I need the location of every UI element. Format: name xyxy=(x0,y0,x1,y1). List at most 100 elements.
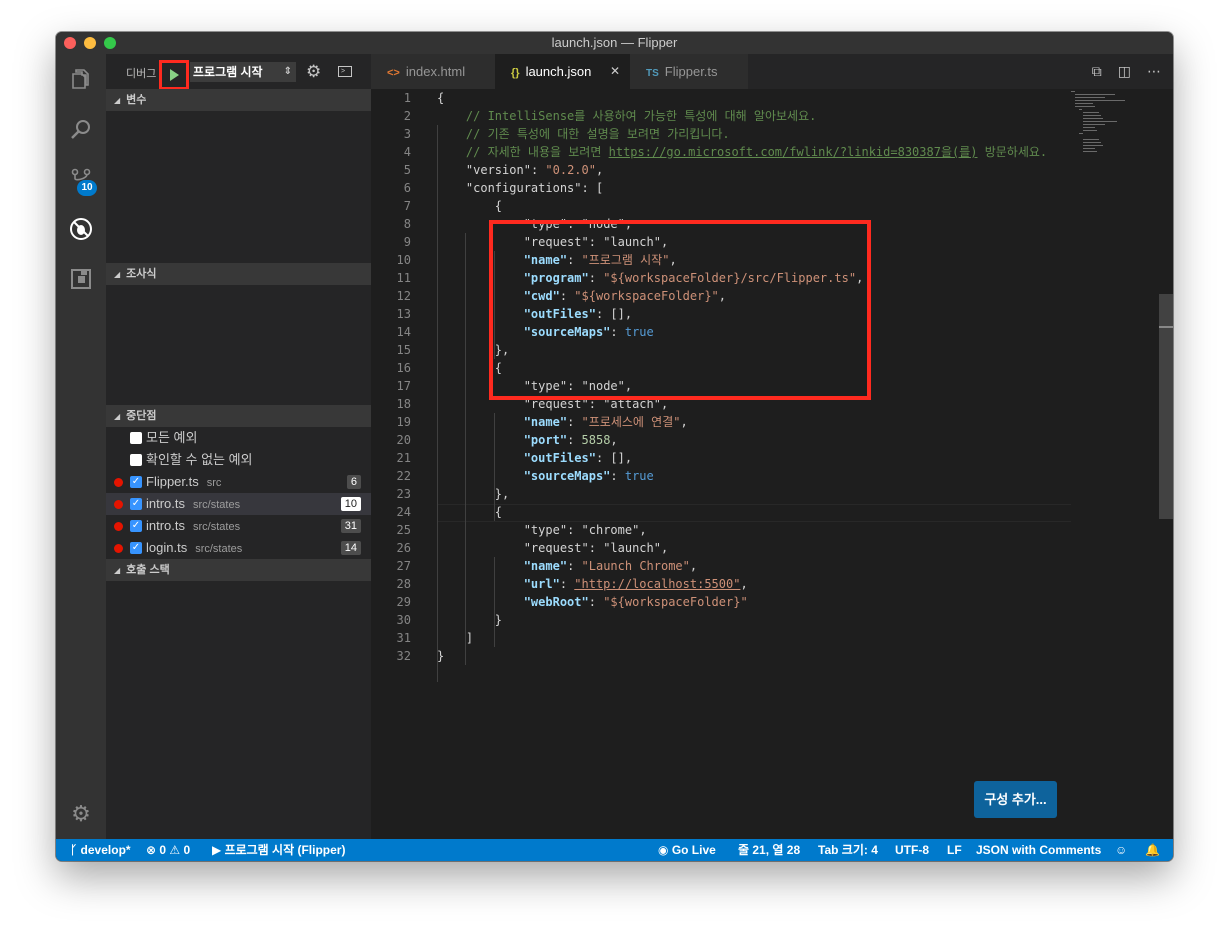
variables-section-header[interactable]: ◢ 변수 xyxy=(106,89,371,111)
breakpoint-checkbox[interactable]: ✓ xyxy=(130,498,142,510)
code-key: "configurations" xyxy=(465,181,582,195)
breakpoint-checkbox[interactable]: ✓ xyxy=(130,542,142,554)
debug-config-select[interactable]: 프로그램 시작 ⇕ xyxy=(190,62,296,82)
code-string: "launch" xyxy=(603,541,661,555)
callstack-section-header[interactable]: ◢ 호출 스택 xyxy=(106,559,371,581)
debug-icon[interactable] xyxy=(56,204,106,254)
debug-config-label: 프로그램 시작 (Flipper) xyxy=(224,843,346,857)
line-number: 17 xyxy=(396,379,411,393)
callstack-title: 호출 스택 xyxy=(126,564,170,576)
line-number: 24 xyxy=(396,505,411,519)
breakpoint-dot-icon xyxy=(114,500,123,509)
eol-status[interactable]: LF xyxy=(947,839,962,861)
all-exceptions-label: 모든 예외 xyxy=(146,430,198,445)
uncaught-exceptions-checkbox[interactable] xyxy=(130,454,142,466)
warning-count: 0 xyxy=(183,843,191,857)
line-number: 18 xyxy=(396,397,411,411)
breakpoints-section-header[interactable]: ◢ 중단점 xyxy=(106,405,371,427)
minimap[interactable] xyxy=(1071,89,1161,159)
breakpoint-line-badge: 6 xyxy=(346,475,361,489)
close-window-button[interactable] xyxy=(64,37,76,49)
debug-settings-gear-icon[interactable]: ⚙ xyxy=(306,62,321,82)
breakpoint-row[interactable]: ✓ intro.ts src/states 31 xyxy=(106,515,371,537)
line-number: 31 xyxy=(396,631,411,645)
breakpoint-dot-icon xyxy=(114,544,123,553)
all-exceptions-checkbox[interactable] xyxy=(130,432,142,444)
line-number: 16 xyxy=(396,361,411,375)
split-editor-icon[interactable]: ◫ xyxy=(1118,63,1131,80)
tab-flipper-ts[interactable]: TS Flipper.ts xyxy=(630,54,748,89)
problems-status[interactable]: ⊗ 0 ⚠ 0 xyxy=(146,839,190,861)
json-file-icon: {} xyxy=(511,67,520,79)
tab-label: index.html xyxy=(405,64,466,79)
scm-badge: 10 xyxy=(77,180,97,196)
extensions-icon[interactable] xyxy=(56,254,106,304)
tab-launch-json[interactable]: {} launch.json ✕ xyxy=(495,54,630,89)
breakpoint-row[interactable]: ✓ login.ts src/states 14 xyxy=(106,537,371,559)
code-comment: 방문하세요. xyxy=(977,145,1048,159)
window-title: launch.json — Flipper xyxy=(551,35,678,50)
breakpoint-line-badge: 10 xyxy=(340,497,361,511)
close-tab-icon[interactable]: ✕ xyxy=(610,54,620,89)
language-mode-status[interactable]: JSON with Comments xyxy=(976,839,1101,861)
branch-status[interactable]: ᚴ develop* xyxy=(70,839,131,861)
line-number: 14 xyxy=(396,325,411,339)
code-comment: // 기존 특성에 대한 설명을 보려면 가리킵니다. xyxy=(465,127,730,141)
open-changes-icon[interactable]: ⧉ xyxy=(1092,63,1102,80)
cursor-position-status[interactable]: 줄 21, 열 28 xyxy=(738,839,800,861)
explorer-icon[interactable] xyxy=(56,54,106,104)
more-actions-icon[interactable]: ⋯ xyxy=(1147,63,1161,80)
feedback-smiley-icon[interactable]: ☺ xyxy=(1115,839,1127,861)
maximize-window-button[interactable] xyxy=(104,37,116,49)
warning-icon: ⚠ xyxy=(169,843,184,857)
watch-section-header[interactable]: ◢ 조사식 xyxy=(106,263,371,285)
code-string: "0.2.0" xyxy=(545,163,596,177)
editor-scrollbar[interactable] xyxy=(1159,89,1173,839)
debug-config-value: 프로그램 시작 xyxy=(193,65,263,79)
tab-label: Flipper.ts xyxy=(664,64,718,79)
line-number: 6 xyxy=(403,181,411,195)
line-number: 4 xyxy=(403,145,411,159)
debug-sidebar: 디버그 프로그램 시작 ⇕ ⚙ > ◢ 변수 ◢ 조사식 ◢ 중단점 모든 예외 확 xyxy=(106,54,371,839)
debug-config-status[interactable]: ▶ 프로그램 시작 (Flipper) xyxy=(212,839,345,861)
tab-label: launch.json xyxy=(525,64,592,79)
breakpoint-file: Flipper.ts xyxy=(146,474,199,489)
code-string: "http://localhost:5500" xyxy=(574,577,741,591)
breakpoint-checkbox[interactable]: ✓ xyxy=(130,476,142,488)
settings-gear-icon[interactable]: ⚙ xyxy=(56,789,106,839)
line-number: 8 xyxy=(403,217,411,231)
go-live-status[interactable]: ◉ Go Live xyxy=(658,839,716,861)
start-debugging-button[interactable] xyxy=(159,60,189,90)
notifications-bell-icon[interactable]: 🔔 xyxy=(1145,839,1160,861)
breakpoint-row[interactable]: ✓ Flipper.ts src 6 xyxy=(106,471,371,493)
vscode-window: launch.json — Flipper 10 ⚙ 디버그 프로그램 시작 ⇕… xyxy=(56,32,1173,861)
line-number: 12 xyxy=(396,289,411,303)
line-number: 13 xyxy=(396,307,411,321)
code-content[interactable]: { // IntelliSense를 사용하여 가능한 특성에 대해 알아보세요… xyxy=(437,89,1087,839)
breakpoint-row[interactable]: ✓ intro.ts src/states 10 xyxy=(106,493,371,515)
html-file-icon: <> xyxy=(387,67,400,79)
breakpoint-line-badge: 31 xyxy=(340,519,361,533)
minimize-window-button[interactable] xyxy=(84,37,96,49)
breakpoint-file: intro.ts xyxy=(146,518,186,533)
annotation-highlight-box xyxy=(489,220,871,400)
tab-size-status[interactable]: Tab 크기: 4 xyxy=(818,839,878,861)
all-exceptions-row[interactable]: 모든 예외 xyxy=(106,427,371,449)
tab-index-html[interactable]: <> index.html xyxy=(371,54,495,89)
code-comment-link[interactable]: https://go.microsoft.com/fwlink/?linkid=… xyxy=(609,145,978,159)
breakpoint-dot-icon xyxy=(114,522,123,531)
play-icon: ▶ xyxy=(212,843,225,857)
line-number: 29 xyxy=(396,595,411,609)
variables-title: 변수 xyxy=(126,94,147,106)
breakpoint-checkbox[interactable]: ✓ xyxy=(130,520,142,532)
search-icon[interactable] xyxy=(56,104,106,154)
debug-title: 디버그 xyxy=(126,68,157,80)
code-string: "${workspaceFolder}" xyxy=(603,595,748,609)
add-configuration-button[interactable]: 구성 추가... xyxy=(974,781,1057,818)
code-comment: // 자세한 내용을 보려면 xyxy=(465,145,609,159)
select-arrows-icon: ⇕ xyxy=(283,66,292,77)
debug-console-icon[interactable]: > xyxy=(338,66,352,77)
encoding-status[interactable]: UTF-8 xyxy=(895,839,929,861)
source-control-icon[interactable]: 10 xyxy=(56,154,106,204)
uncaught-exceptions-row[interactable]: 확인할 수 없는 예외 xyxy=(106,449,371,471)
